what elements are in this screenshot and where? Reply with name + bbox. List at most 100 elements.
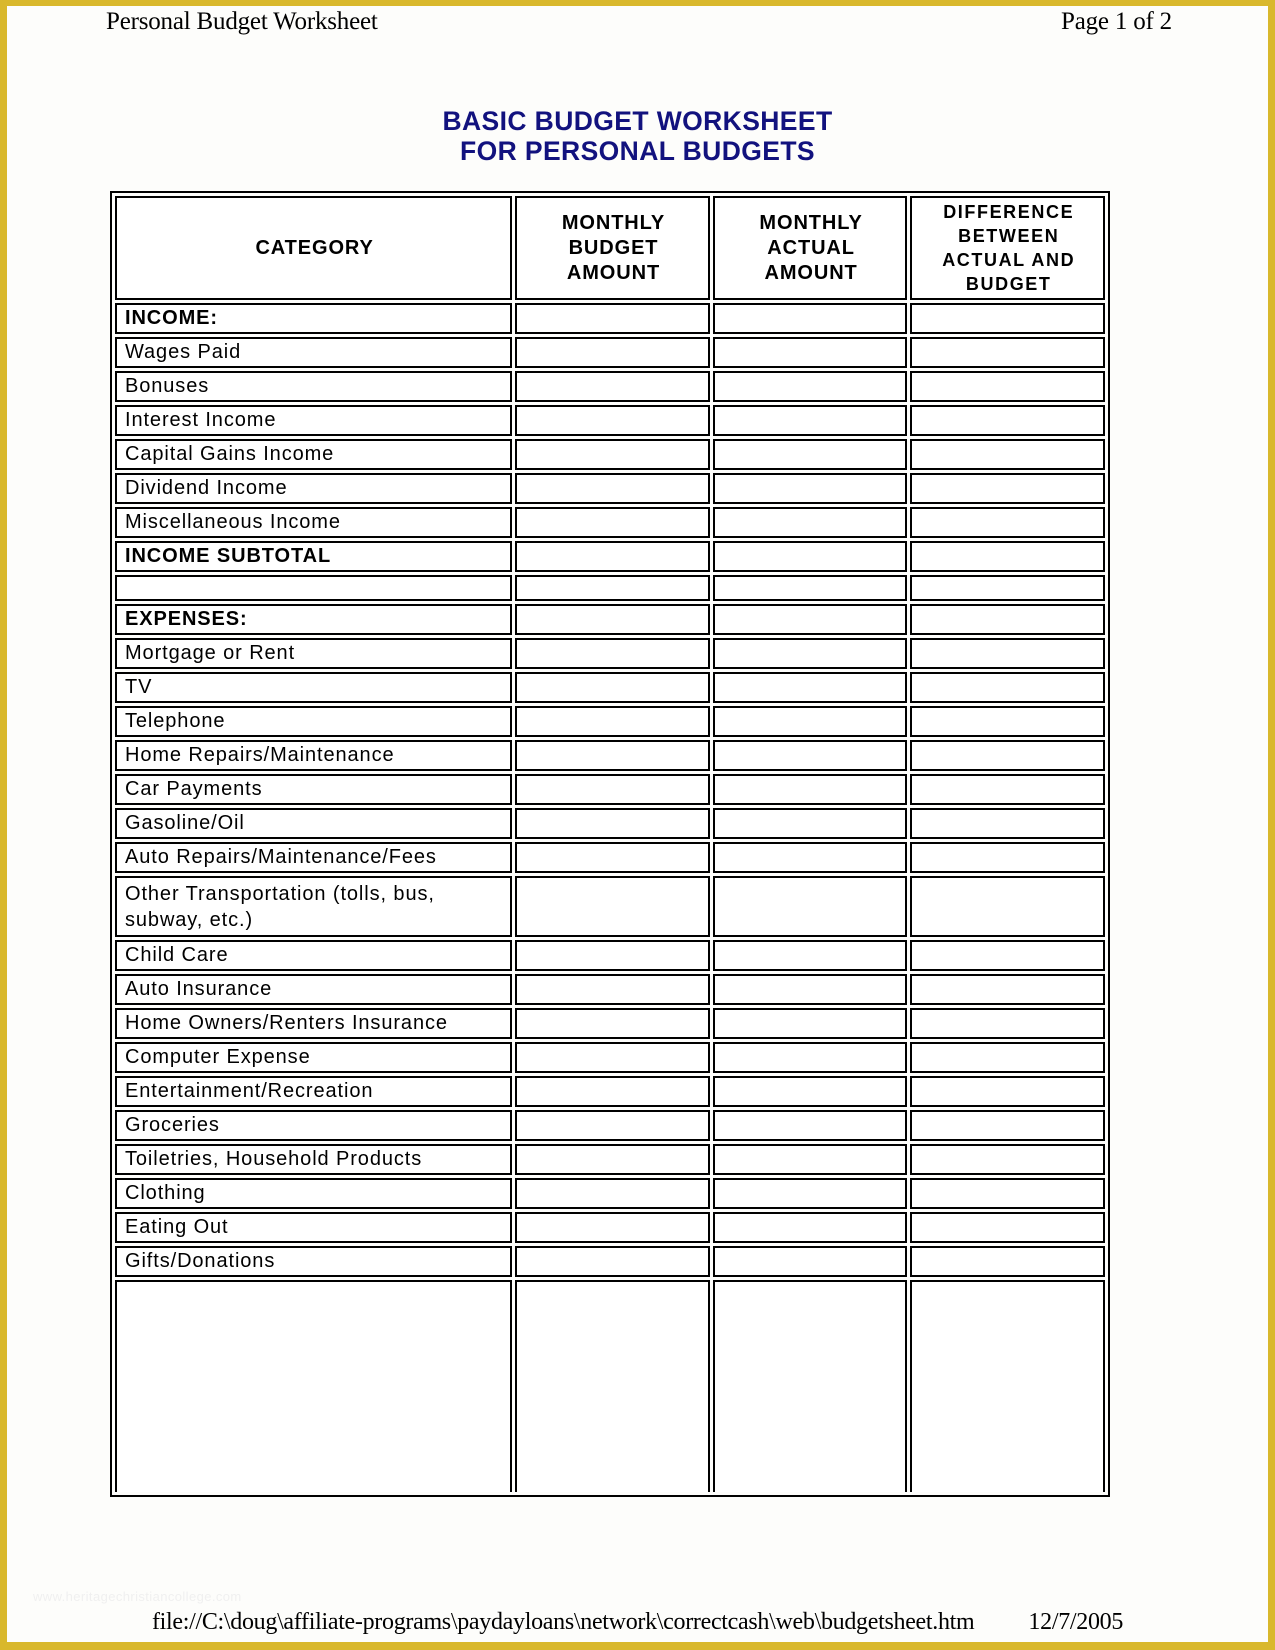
column-header-monthly-actual: MONTHLY ACTUAL AMOUNT bbox=[712, 196, 908, 300]
row-difference-cell[interactable] bbox=[910, 1110, 1105, 1141]
row-monthly-actual-cell[interactable] bbox=[712, 638, 908, 669]
row-difference-cell[interactable] bbox=[910, 672, 1105, 703]
table-row: Groceries bbox=[115, 1110, 1105, 1141]
row-monthly-budget-cell[interactable] bbox=[515, 507, 710, 538]
row-monthly-budget-cell[interactable] bbox=[515, 405, 710, 436]
row-monthly-actual-cell[interactable] bbox=[712, 1178, 908, 1209]
row-difference-cell[interactable] bbox=[910, 1144, 1105, 1175]
row-difference-cell[interactable] bbox=[910, 507, 1105, 538]
row-difference-cell[interactable] bbox=[910, 842, 1105, 873]
row-monthly-actual-cell[interactable] bbox=[712, 1212, 908, 1243]
row-difference-cell[interactable] bbox=[910, 706, 1105, 737]
row-difference-cell[interactable] bbox=[910, 774, 1105, 805]
row-monthly-budget-cell[interactable] bbox=[515, 940, 710, 971]
row-monthly-actual-cell[interactable] bbox=[712, 405, 908, 436]
row-difference-cell[interactable] bbox=[910, 604, 1105, 635]
row-monthly-budget-cell[interactable] bbox=[515, 1042, 710, 1073]
row-difference-cell[interactable] bbox=[910, 541, 1105, 572]
row-category-label: Bonuses bbox=[115, 371, 513, 402]
row-difference-cell[interactable] bbox=[910, 337, 1105, 368]
row-monthly-actual-cell[interactable] bbox=[712, 473, 908, 504]
row-monthly-budget-cell[interactable] bbox=[515, 1144, 710, 1175]
row-difference-cell[interactable] bbox=[910, 405, 1105, 436]
row-category-label: Computer Expense bbox=[115, 1042, 513, 1073]
row-monthly-actual-cell[interactable] bbox=[712, 303, 908, 334]
row-monthly-budget-cell[interactable] bbox=[515, 774, 710, 805]
row-monthly-actual-cell[interactable] bbox=[712, 974, 908, 1005]
row-monthly-actual-cell[interactable] bbox=[712, 541, 908, 572]
row-difference-cell[interactable] bbox=[910, 303, 1105, 334]
row-monthly-actual-cell[interactable] bbox=[712, 575, 908, 601]
row-monthly-budget-cell[interactable] bbox=[515, 1246, 710, 1277]
row-monthly-budget-cell[interactable] bbox=[515, 1280, 710, 1492]
row-monthly-budget-cell[interactable] bbox=[515, 808, 710, 839]
row-difference-cell[interactable] bbox=[910, 1212, 1105, 1243]
row-difference-cell[interactable] bbox=[910, 808, 1105, 839]
row-monthly-budget-cell[interactable] bbox=[515, 439, 710, 470]
row-category-label: Miscellaneous Income bbox=[115, 507, 513, 538]
budget-table-header: CATEGORY MONTHLY BUDGET AMOUNT MONTHLY ACTU… bbox=[115, 196, 1105, 300]
table-row: Capital Gains Income bbox=[115, 439, 1105, 470]
row-monthly-budget-cell[interactable] bbox=[515, 473, 710, 504]
row-monthly-budget-cell[interactable] bbox=[515, 337, 710, 368]
row-difference-cell[interactable] bbox=[910, 1246, 1105, 1277]
table-row: Gasoline/Oil bbox=[115, 808, 1105, 839]
row-difference-cell[interactable] bbox=[910, 940, 1105, 971]
row-monthly-actual-cell[interactable] bbox=[712, 672, 908, 703]
row-difference-cell[interactable] bbox=[910, 1280, 1105, 1492]
row-monthly-budget-cell[interactable] bbox=[515, 371, 710, 402]
row-monthly-actual-cell[interactable] bbox=[712, 1280, 908, 1492]
row-monthly-budget-cell[interactable] bbox=[515, 1110, 710, 1141]
row-monthly-budget-cell[interactable] bbox=[515, 1008, 710, 1039]
row-difference-cell[interactable] bbox=[910, 575, 1105, 601]
row-difference-cell[interactable] bbox=[910, 974, 1105, 1005]
row-monthly-budget-cell[interactable] bbox=[515, 541, 710, 572]
row-category-label: Groceries bbox=[115, 1110, 513, 1141]
row-difference-cell[interactable] bbox=[910, 1042, 1105, 1073]
row-monthly-actual-cell[interactable] bbox=[712, 876, 908, 937]
row-difference-cell[interactable] bbox=[910, 1076, 1105, 1107]
row-monthly-budget-cell[interactable] bbox=[515, 1178, 710, 1209]
row-difference-cell[interactable] bbox=[910, 1008, 1105, 1039]
row-monthly-actual-cell[interactable] bbox=[712, 371, 908, 402]
row-monthly-actual-cell[interactable] bbox=[712, 706, 908, 737]
column-header-difference-line-2: BETWEEN bbox=[958, 226, 1060, 246]
row-monthly-actual-cell[interactable] bbox=[712, 808, 908, 839]
row-difference-cell[interactable] bbox=[910, 740, 1105, 771]
row-monthly-actual-cell[interactable] bbox=[712, 740, 908, 771]
row-monthly-actual-cell[interactable] bbox=[712, 1246, 908, 1277]
row-monthly-actual-cell[interactable] bbox=[712, 1076, 908, 1107]
row-monthly-budget-cell[interactable] bbox=[515, 575, 710, 601]
worksheet-page: Personal Budget Worksheet Page 1 of 2 BA… bbox=[0, 0, 1275, 1650]
row-difference-cell[interactable] bbox=[910, 1178, 1105, 1209]
row-monthly-budget-cell[interactable] bbox=[515, 842, 710, 873]
row-monthly-budget-cell[interactable] bbox=[515, 303, 710, 334]
row-monthly-actual-cell[interactable] bbox=[712, 940, 908, 971]
row-monthly-actual-cell[interactable] bbox=[712, 1042, 908, 1073]
row-difference-cell[interactable] bbox=[910, 371, 1105, 402]
row-difference-cell[interactable] bbox=[910, 876, 1105, 937]
row-difference-cell[interactable] bbox=[910, 473, 1105, 504]
row-difference-cell[interactable] bbox=[910, 638, 1105, 669]
row-monthly-budget-cell[interactable] bbox=[515, 974, 710, 1005]
row-monthly-actual-cell[interactable] bbox=[712, 507, 908, 538]
row-monthly-budget-cell[interactable] bbox=[515, 604, 710, 635]
row-monthly-actual-cell[interactable] bbox=[712, 604, 908, 635]
row-monthly-actual-cell[interactable] bbox=[712, 337, 908, 368]
row-monthly-actual-cell[interactable] bbox=[712, 774, 908, 805]
row-monthly-actual-cell[interactable] bbox=[712, 439, 908, 470]
row-monthly-budget-cell[interactable] bbox=[515, 1076, 710, 1107]
table-row: Computer Expense bbox=[115, 1042, 1105, 1073]
row-monthly-actual-cell[interactable] bbox=[712, 1008, 908, 1039]
row-monthly-budget-cell[interactable] bbox=[515, 740, 710, 771]
row-monthly-budget-cell[interactable] bbox=[515, 638, 710, 669]
row-monthly-budget-cell[interactable] bbox=[515, 706, 710, 737]
row-monthly-actual-cell[interactable] bbox=[712, 1144, 908, 1175]
table-row bbox=[115, 1280, 1105, 1492]
row-monthly-actual-cell[interactable] bbox=[712, 842, 908, 873]
row-monthly-budget-cell[interactable] bbox=[515, 672, 710, 703]
row-monthly-actual-cell[interactable] bbox=[712, 1110, 908, 1141]
row-monthly-budget-cell[interactable] bbox=[515, 876, 710, 937]
row-monthly-budget-cell[interactable] bbox=[515, 1212, 710, 1243]
row-difference-cell[interactable] bbox=[910, 439, 1105, 470]
